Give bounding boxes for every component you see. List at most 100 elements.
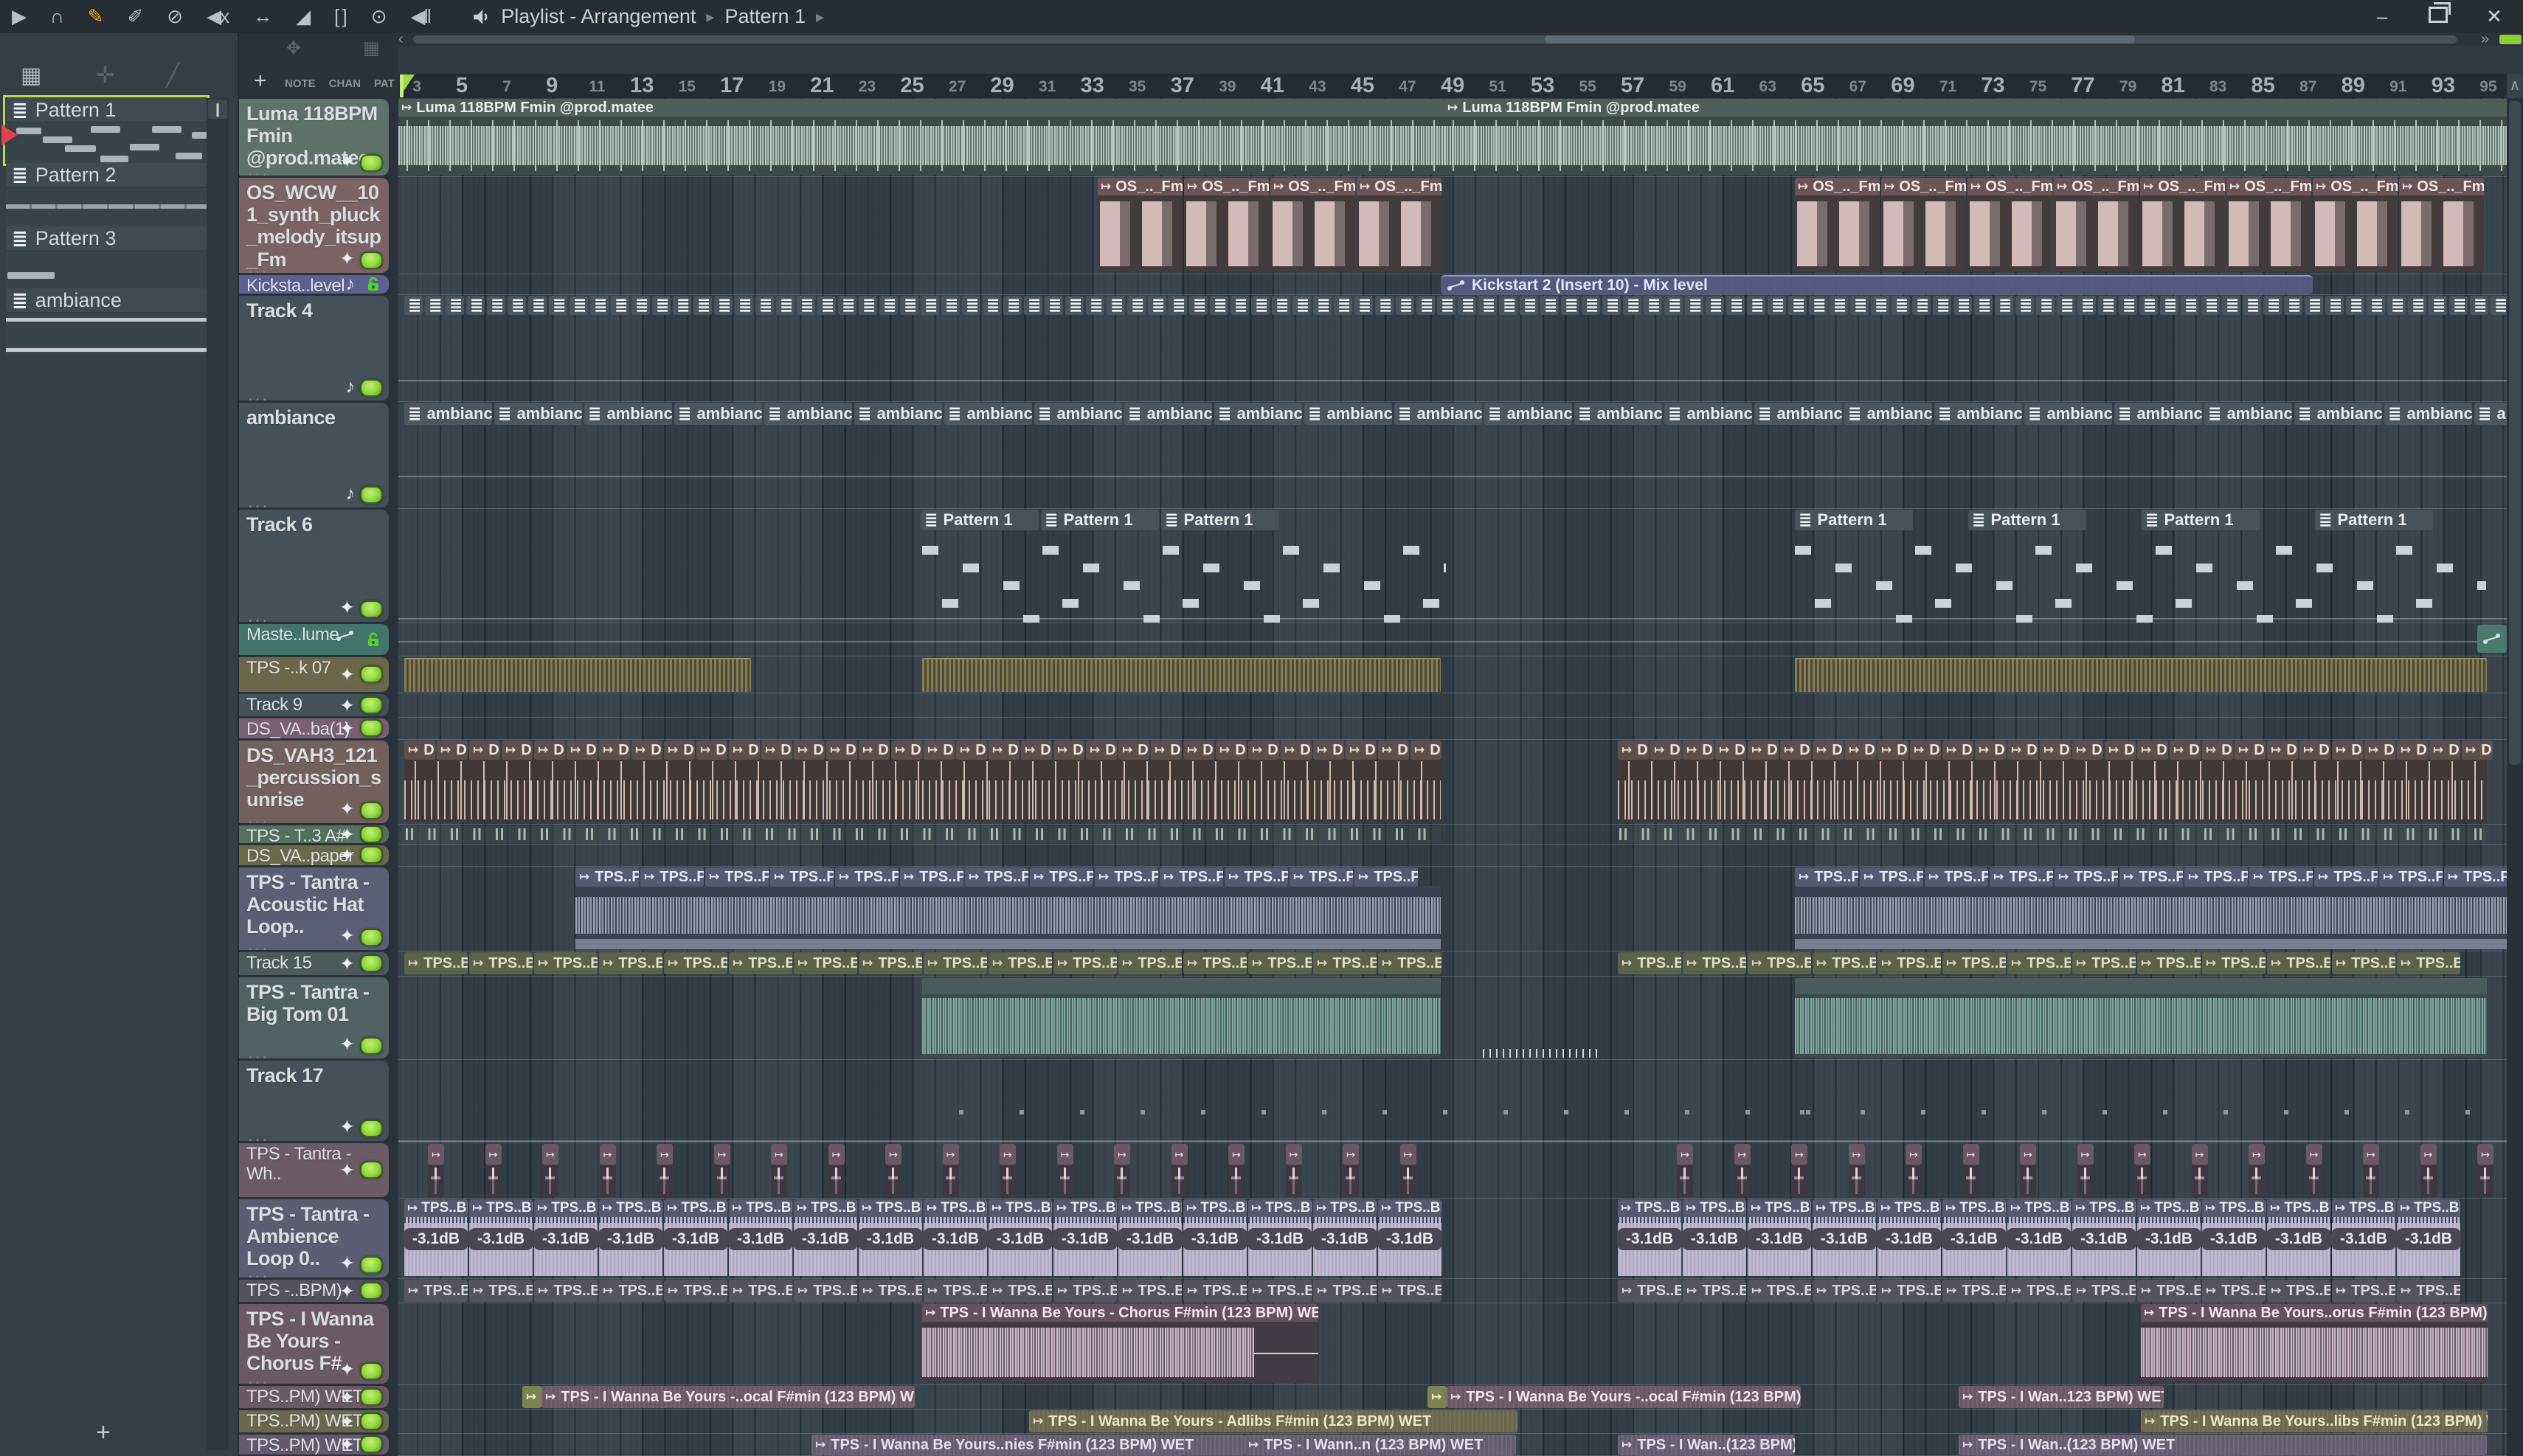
pattern-clip[interactable]: ↦ TPS..BPM): [1877, 952, 1941, 974]
track-grip[interactable]: ...: [248, 809, 269, 824]
pattern-clip[interactable]: ≣: [1375, 296, 1394, 315]
track-mute-led[interactable]: [360, 696, 383, 714]
context-pattern-label[interactable]: Pattern 1: [724, 5, 806, 28]
pattern-clip[interactable]: ↦ TPS..BPM): [1248, 952, 1312, 974]
one-shot-clip[interactable]: ↦: [2020, 1144, 2036, 1197]
pattern-item-1[interactable]: ≣ Pattern 1: [1, 95, 210, 166]
track-lane-21[interactable]: ↦ TPS - I Wanna Be Yours - Chorus F#min (…: [398, 1303, 2507, 1385]
one-shot-clip[interactable]: ↦: [485, 1144, 502, 1197]
add-pattern-button[interactable]: +: [96, 1418, 111, 1447]
pattern-clip[interactable]: ↦ TPS..BPM): [1942, 1280, 2006, 1302]
pattern-clip[interactable]: ≣: [2491, 296, 2507, 315]
clip-header[interactable]: ↦TPS..BPM): [1183, 1199, 1247, 1217]
pattern-clip[interactable]: ↦ D..: [1942, 741, 1973, 760]
hatched-clip[interactable]: [1795, 658, 2487, 692]
clip-header[interactable]: ↦TPS..BPM): [1053, 1199, 1117, 1217]
pattern-clip[interactable]: ↦ D..: [534, 741, 565, 760]
pattern-clip[interactable]: ≣: [2429, 296, 2447, 315]
pattern-clip[interactable]: ↦ TPS..BPM): [1053, 1280, 1117, 1302]
pattern-clip[interactable]: ↦ D..: [1346, 741, 1377, 760]
ambience-loop-clip[interactable]: ↦TPS..BPM) -3.1dB: [2330, 1199, 2397, 1276]
track-grip[interactable]: ...: [248, 1044, 269, 1059]
pattern-clip[interactable]: ↦ TPS - I Wanna Be Yours..nies F#min (123…: [811, 1435, 1245, 1455]
pattern-clip[interactable]: ↦ TPS - I Wan..(123 BPM) WET: [1959, 1435, 2487, 1455]
pattern-clip[interactable]: ≣: [941, 296, 960, 315]
pattern-clip[interactable]: ≣ambiance: [1664, 403, 1752, 425]
pattern-clip[interactable]: ↦ TPS..PM): [1795, 867, 1858, 887]
track-mute-led[interactable]: [360, 1435, 383, 1453]
clip-header[interactable]: ↦TPS..BPM): [1748, 1199, 1811, 1217]
lock-icon[interactable]: [365, 276, 381, 292]
pattern-clip[interactable]: ≣: [404, 296, 423, 315]
pattern-clip[interactable]: ↦ TPS..BPM): [1683, 1280, 1746, 1302]
pattern-clip[interactable]: ↦ TPS..BPM): [1378, 952, 1442, 974]
clip-header[interactable]: ↦ OS_.._Fm: [1357, 178, 1442, 195]
pattern-clip[interactable]: ↦ D..: [1021, 741, 1052, 760]
tick-clip[interactable]: [404, 826, 1441, 843]
pattern-clip[interactable]: ≣: [1396, 296, 1414, 315]
ambience-loop-clip[interactable]: ↦TPS..BPM) -3.1dB: [987, 1199, 1053, 1276]
pattern-clip[interactable]: ↦ TPS..PM): [1925, 867, 1988, 887]
pattern-clip[interactable]: ↦ D..: [1118, 741, 1149, 760]
track-header-16[interactable]: TPS - Tantra - Big Tom 01 ✦...: [239, 977, 389, 1058]
pattern-clip[interactable]: ↦ TPS..BPM): [404, 1280, 468, 1302]
pattern-clip[interactable]: ≣: [590, 296, 609, 315]
track-lane-23[interactable]: ↦ TPS - I Wanna Be Yours - Adlibs F#min (…: [398, 1410, 2507, 1434]
pattern-clip[interactable]: ≣: [1416, 296, 1435, 315]
audio-clip[interactable]: ↦ Luma 118BPM Fmin @prod.matee: [1444, 99, 2507, 175]
pattern-clip[interactable]: ≣: [1045, 296, 1063, 315]
pattern-clip[interactable]: ↦ D..: [859, 741, 890, 760]
track-mute-led[interactable]: [360, 1161, 383, 1179]
pattern-clip[interactable]: ≣ambiance: [764, 403, 852, 425]
pattern-clip[interactable]: ≣ Pattern 1: [1795, 510, 1913, 530]
sparkle-icon[interactable]: ✦: [339, 718, 355, 738]
one-shot-clip[interactable]: ↦: [2477, 1144, 2493, 1197]
timeline-ruler[interactable]: 3 5 7 9 11 13 15 17 19 21 23 25 27 29 31 33 35 37 39 41 43 45…: [398, 74, 2507, 99]
pattern-clip[interactable]: ≣: [1912, 296, 1931, 315]
pattern-clip[interactable]: ↦ D..: [2235, 741, 2266, 760]
one-shot-clip[interactable]: ↦: [428, 1144, 444, 1197]
pattern-clip[interactable]: ≣: [859, 296, 877, 315]
one-shot-clip[interactable]: ↦: [885, 1144, 901, 1197]
track-mute-led[interactable]: [360, 1120, 383, 1137]
one-shot-clip[interactable]: ↦: [1848, 1144, 1865, 1197]
track-header-17[interactable]: Track 17 ✦...: [239, 1061, 389, 1141]
track-lane-10[interactable]: [398, 718, 2507, 740]
pattern-clip[interactable]: ↦ TPS..BPM): [1313, 1280, 1377, 1302]
pattern-clip[interactable]: ↦ D..: [1780, 741, 1811, 760]
clip-header[interactable]: ↦TPS..BPM): [1118, 1199, 1182, 1217]
track-lane-5[interactable]: ≣ambiance≣ambiance≣ambiance≣ambiance≣amb…: [398, 402, 2507, 509]
pattern-clip[interactable]: ≣ambiance: [1574, 403, 1662, 425]
pattern-clip[interactable]: ≣: [1478, 296, 1497, 315]
pattern-clip[interactable]: ↦I..4: [522, 1386, 541, 1408]
pattern-clip[interactable]: ↦ D..: [794, 741, 825, 760]
pattern-clip[interactable]: ≣ambiance: [674, 403, 762, 425]
audio-clip[interactable]: ↦ OS_.._Fm: [1184, 178, 1269, 272]
pattern-clip[interactable]: ↦ D..: [1378, 741, 1409, 760]
pattern-clip[interactable]: ≣ambiance: [1124, 403, 1212, 425]
pattern-clip[interactable]: ↦ TPS..BPM): [1248, 1280, 1312, 1302]
pattern-clip[interactable]: ≣: [673, 296, 691, 315]
track-lane-7[interactable]: [398, 623, 2507, 656]
clip-header[interactable]: ↦TPS..BPM): [729, 1199, 792, 1217]
audio-clip[interactable]: ↦ TPS - I Wanna Be Yours..orus F#min (123…: [2141, 1304, 2488, 1383]
track-header-13[interactable]: DS_VA..paper ✦: [239, 845, 389, 865]
pattern-clip[interactable]: ≣: [2222, 296, 2240, 315]
pattern-clip[interactable]: ≣ Pattern 1: [1041, 510, 1159, 530]
clip-header[interactable]: ↦TPS..BPM): [2202, 1199, 2266, 1217]
track-grip[interactable]: ...: [248, 493, 269, 508]
mute-icon[interactable]: ◀x: [207, 0, 229, 33]
pattern-clip[interactable]: ↦ TPS..PM): [835, 867, 899, 887]
clip-header[interactable]: ↦ OS_.._Fm: [2140, 178, 2225, 195]
pattern-clip[interactable]: ≣: [1065, 296, 1084, 315]
pattern-clip[interactable]: ≣ambiance: [404, 403, 492, 425]
track-header-2[interactable]: OS_WCW__101_synth_pluck_melody_itsup_Fm ✦…: [239, 178, 389, 273]
pattern-clip[interactable]: ≣ambiance: [1844, 403, 1932, 425]
pattern-clip[interactable]: ≣: [2036, 296, 2055, 315]
pattern-clip[interactable]: ≣ambiance: [1934, 403, 2022, 425]
ambience-loop-clip[interactable]: ↦TPS..BPM) -3.1dB: [857, 1199, 924, 1276]
pattern-clip[interactable]: ↦ TPS - I Wan..(123 BPM) WET: [1618, 1435, 1795, 1455]
one-shot-clip[interactable]: ↦: [1056, 1144, 1073, 1197]
pattern-clip[interactable]: ≣: [2325, 296, 2344, 315]
automation-clip[interactable]: Kickstart 2 (Insert 10) - Mix level: [1441, 275, 2313, 294]
